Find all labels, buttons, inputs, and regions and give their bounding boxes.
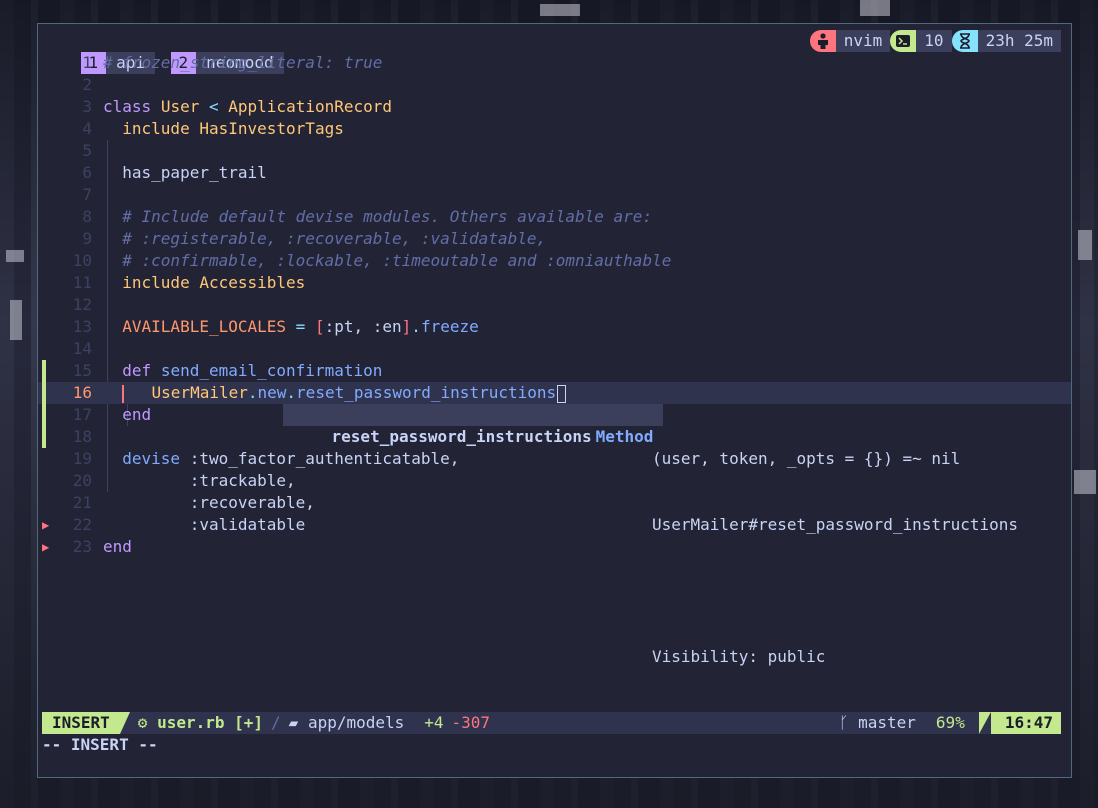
fold-marker-icon[interactable]: ▶ xyxy=(42,536,49,558)
code-text: :validatable xyxy=(103,515,306,534)
code-line[interactable]: 8 # Include default devise modules. Othe… xyxy=(38,206,1071,228)
git-added-sign xyxy=(42,426,46,448)
line-number: 7 xyxy=(82,185,92,204)
code-line[interactable]: 9 # :registerable, :recoverable, :valida… xyxy=(38,228,1071,250)
line-number: 19 xyxy=(72,449,92,468)
statusline-file: ⚙ user.rb [+] xyxy=(137,713,264,732)
code-line[interactable]: 1 # frozen_string_literal: true xyxy=(38,52,1071,74)
line-number: 15 xyxy=(72,361,92,380)
command-line[interactable]: -- INSERT -- xyxy=(42,734,158,756)
code-text: class User < ApplicationRecord xyxy=(103,97,393,116)
line-number: 12 xyxy=(72,295,92,314)
line-number: 10 xyxy=(72,251,92,270)
code-line[interactable]: 2 xyxy=(38,74,1071,96)
git-branch: ᚴ master xyxy=(838,713,916,732)
doc-owner: UserMailer#reset_password_instructions xyxy=(652,515,1019,534)
code-text: include HasInvestorTags xyxy=(122,119,344,138)
code-line[interactable]: 5 xyxy=(38,140,1071,162)
line-number: 1 xyxy=(82,53,92,72)
statusline-separator: / xyxy=(271,713,281,732)
code-text: devise :two_factor_authenticatable, xyxy=(122,449,460,468)
code-line[interactable]: 11 include Accessibles xyxy=(38,272,1071,294)
line-number: 5 xyxy=(82,141,92,160)
line-number: 3 xyxy=(82,97,92,116)
code-text: # :confirmable, :lockable, :timeoutable … xyxy=(103,251,672,270)
line-number: 2 xyxy=(82,75,92,94)
line-number: 9 xyxy=(82,229,92,248)
line-number: 6 xyxy=(82,163,92,182)
git-added-sign xyxy=(42,404,46,426)
mode-indicator: INSERT xyxy=(42,712,130,734)
code-text: # Include default devise modules. Others… xyxy=(103,207,653,226)
line-number: 4 xyxy=(82,119,92,138)
text-cursor xyxy=(557,384,567,403)
code-line[interactable]: 6 has_paper_trail xyxy=(38,162,1071,184)
doc-signature: (user, token, _opts = {}) =~ nil xyxy=(652,449,961,468)
statusline: INSERT ⚙ user.rb [+] / ▰ app/models +4 -… xyxy=(42,712,1061,734)
completion-documentation: (user, token, _opts = {}) =~ nil UserMai… xyxy=(652,404,1018,712)
tmux-uptime: 23h 25m xyxy=(977,30,1061,52)
diff-removed-count: -307 xyxy=(451,713,491,732)
code-text: end xyxy=(103,405,152,424)
code-text: # frozen_string_literal: true xyxy=(103,53,383,72)
code-line[interactable]: 3 class User < ApplicationRecord xyxy=(38,96,1071,118)
statusline-directory: ▰ app/models xyxy=(288,713,405,732)
code-text: def send_email_confirmation xyxy=(122,361,383,380)
tmux-pane-count: 10 xyxy=(916,30,952,52)
tmux-process-name: nvim xyxy=(835,30,891,52)
code-text: :recoverable, xyxy=(103,493,315,512)
tmux-status-right: nvim 10 23h 25m xyxy=(809,30,1061,52)
code-line[interactable]: 13 AVAILABLE_LOCALES = [:pt, :en].freeze xyxy=(38,316,1071,338)
line-number: 22 xyxy=(72,515,92,534)
tmux-window-tab[interactable]: 2 neomood xyxy=(132,30,284,74)
line-number: 20 xyxy=(72,471,92,490)
code-line[interactable]: 15 def send_email_confirmation xyxy=(38,360,1071,382)
line-number: 17 xyxy=(72,405,92,424)
code-line[interactable]: 4 include HasInvestorTags xyxy=(38,118,1071,140)
folder-icon: ▰ xyxy=(288,713,308,732)
code-text: UserMailer.new.reset_password_instructio… xyxy=(103,382,567,404)
git-branch-icon: ᚴ xyxy=(838,713,859,732)
line-number: 14 xyxy=(72,339,92,358)
code-text: include Accessibles xyxy=(122,273,306,292)
code-line[interactable]: 10 # :confirmable, :lockable, :timeoutab… xyxy=(38,250,1071,272)
fold-marker-icon[interactable]: ▶ xyxy=(42,514,49,536)
doc-visibility: Visibility: public xyxy=(652,647,826,666)
code-text: # :registerable, :recoverable, :validata… xyxy=(103,229,547,248)
code-text: AVAILABLE_LOCALES = [:pt, :en].freeze xyxy=(122,317,479,336)
clock: 16:47 xyxy=(978,712,1061,734)
completion-menu[interactable]: reset_password_instructions Method xyxy=(283,404,664,446)
git-added-sign xyxy=(42,382,46,404)
code-line-current[interactable]: 16 UserMailer.new.reset_password_instruc… xyxy=(38,382,1071,404)
code-line[interactable]: 12 xyxy=(38,294,1071,316)
hourglass-icon xyxy=(951,30,978,52)
code-text: :trackable, xyxy=(103,471,296,490)
code-line[interactable]: 7 xyxy=(38,184,1071,206)
ruby-file-icon: ⚙ xyxy=(137,713,158,732)
code-line[interactable]: 14 xyxy=(38,338,1071,360)
line-number: 16 xyxy=(72,383,92,402)
diff-added-count: +4 xyxy=(424,713,444,732)
completion-item-label[interactable]: reset_password_instructions xyxy=(322,427,596,446)
line-number: 11 xyxy=(72,273,92,292)
line-number: 18 xyxy=(72,427,92,446)
git-added-sign xyxy=(42,360,46,382)
terminal-window[interactable]: 1 api 2 neomood nvim 10 23h 25m 1 # frozen_… xyxy=(37,23,1072,778)
code-text: end xyxy=(103,537,132,556)
line-number: 8 xyxy=(82,207,92,226)
terminal-icon xyxy=(890,30,917,52)
scroll-percent: 69% xyxy=(935,713,965,732)
person-icon xyxy=(809,30,836,52)
code-text: has_paper_trail xyxy=(103,163,267,182)
line-number: 23 xyxy=(72,537,92,556)
line-number: 21 xyxy=(72,493,92,512)
line-number: 13 xyxy=(72,317,92,336)
